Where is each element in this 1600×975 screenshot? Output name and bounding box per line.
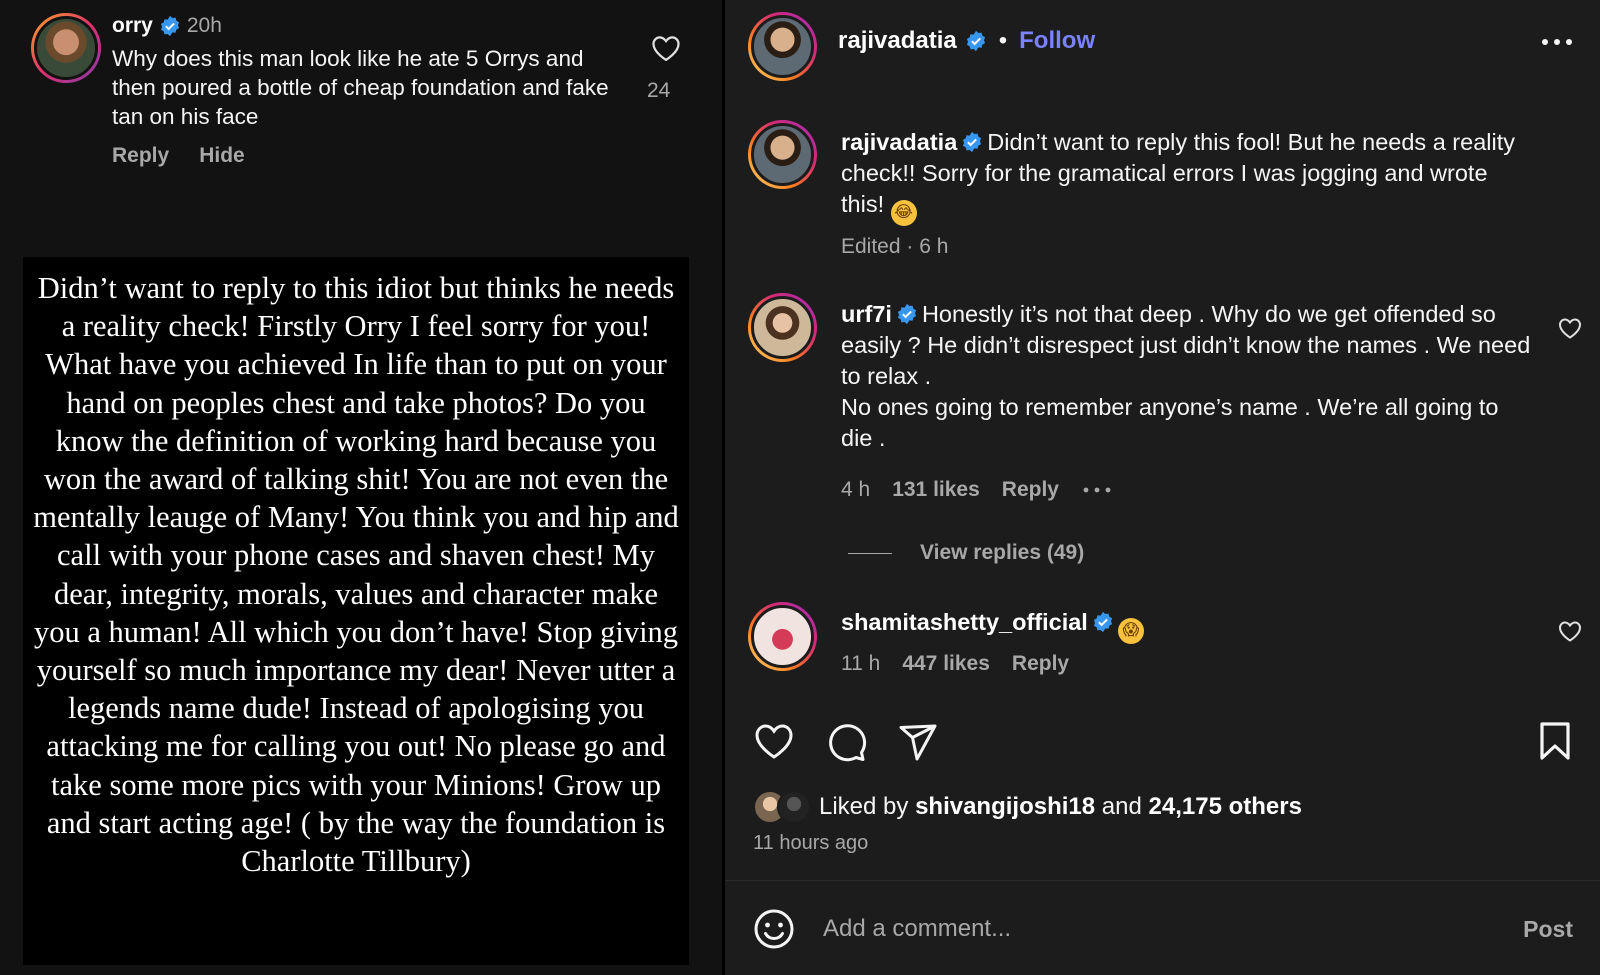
author-username[interactable]: rajivadatia xyxy=(838,27,957,55)
commenter-avatar[interactable] xyxy=(748,602,817,671)
verified-badge-icon xyxy=(966,30,985,52)
comment-text: Honestly it’s not that deep . Why do we … xyxy=(841,301,1531,389)
replies-line xyxy=(848,552,892,554)
comment-like-heart-icon[interactable] xyxy=(1558,317,1582,339)
post-header: rajivadatia • Follow xyxy=(838,27,1095,55)
like-heart-icon[interactable] xyxy=(651,34,681,62)
comment-text: Why does this man look like he ate 5 Orr… xyxy=(112,46,609,129)
caption-username[interactable]: rajivadatia xyxy=(841,129,957,155)
commenter-avatar[interactable] xyxy=(748,293,817,362)
left-panel: orry 20h Why does this man look like he … xyxy=(0,0,722,975)
comment: urf7i Honestly it’s not that deep . Why d… xyxy=(841,299,1531,454)
comment-meta: 4 h 131 likes Reply xyxy=(841,478,1113,502)
emoji-smiley-icon[interactable] xyxy=(753,908,795,950)
comment-like-heart-icon[interactable] xyxy=(1558,620,1582,642)
liker-avatar xyxy=(777,790,811,824)
post-panel: rajivadatia • Follow rajivadatia Didn’t w… xyxy=(725,0,1600,975)
liked-by-others[interactable]: 24,175 others xyxy=(1149,793,1302,821)
comment-reply-button[interactable]: Reply xyxy=(1002,478,1059,502)
laughing-emoji: 😂 xyxy=(890,200,917,226)
comment-actions: Reply Hide xyxy=(112,144,245,168)
comment-username[interactable]: orry xyxy=(112,14,153,38)
comment-time: 11 h xyxy=(841,652,881,675)
liked-by-user[interactable]: shivangijoshi18 xyxy=(915,793,1095,821)
comment-header: orry 20h xyxy=(112,14,222,38)
comment-divider xyxy=(725,880,1600,881)
view-replies-button[interactable]: View replies (49) xyxy=(848,541,1084,565)
screaming-emoji: 😱 xyxy=(1117,618,1144,644)
liked-by-and: and xyxy=(1101,793,1142,820)
more-options-icon[interactable] xyxy=(1540,32,1574,52)
commenter-username[interactable]: urf7i xyxy=(841,301,892,327)
comment-bubble-icon[interactable] xyxy=(825,721,867,763)
verified-badge-icon xyxy=(897,303,917,325)
comment-reply-button[interactable]: Reply xyxy=(1012,652,1069,676)
author-avatar[interactable] xyxy=(748,12,817,81)
view-replies-label: View replies (49) xyxy=(920,541,1085,564)
add-comment-bar: Post xyxy=(753,907,1573,951)
share-paper-plane-icon[interactable] xyxy=(897,721,939,763)
comment-likes[interactable]: 447 likes xyxy=(902,652,990,676)
comment-like-count: 24 xyxy=(647,79,671,102)
caption-avatar[interactable] xyxy=(748,120,817,189)
story-text-card: Didn’t want to reply to this idiot but t… xyxy=(23,257,689,965)
comment-time: 4 h xyxy=(841,478,871,501)
verified-badge-icon xyxy=(963,131,982,153)
comment-likes[interactable]: 131 likes xyxy=(892,478,980,502)
story-text: Didn’t want to reply to this idiot but t… xyxy=(33,271,679,879)
bookmark-icon[interactable] xyxy=(1538,721,1572,761)
comment: shamitashetty_official 😱 xyxy=(841,607,1531,644)
commenter-username[interactable]: shamitashetty_official xyxy=(841,609,1088,635)
comment-meta: 11 h 447 likes Reply xyxy=(841,652,1069,676)
comment-time: 20h xyxy=(186,14,222,37)
add-comment-input[interactable] xyxy=(823,915,1524,943)
post-time-ago: 11 hours ago xyxy=(753,832,869,854)
verified-badge-icon xyxy=(160,15,179,37)
comment-more-icon[interactable] xyxy=(1081,485,1113,495)
follow-button[interactable]: Follow xyxy=(1019,27,1095,55)
verified-badge-icon xyxy=(1093,611,1112,633)
caption: rajivadatia Didn’t want to reply this foo… xyxy=(841,127,1531,226)
caption-edited-time: Edited · 6 h xyxy=(841,235,949,258)
liked-by: Liked by shivangijoshi18 and 24,175 othe… xyxy=(753,790,1302,824)
caption-meta: Edited · 6 h xyxy=(841,235,948,259)
orry-avatar[interactable] xyxy=(31,13,101,83)
liked-by-prefix: Liked by xyxy=(819,793,909,820)
header-separator: • xyxy=(998,27,1008,54)
hide-button[interactable]: Hide xyxy=(199,144,245,168)
comment-text-continued: No ones going to remember anyone’s name … xyxy=(841,394,1499,451)
like-heart-icon[interactable] xyxy=(753,721,795,763)
reply-button[interactable]: Reply xyxy=(112,144,169,168)
post-comment-button[interactable]: Post xyxy=(1523,916,1573,943)
post-actions xyxy=(753,721,939,763)
